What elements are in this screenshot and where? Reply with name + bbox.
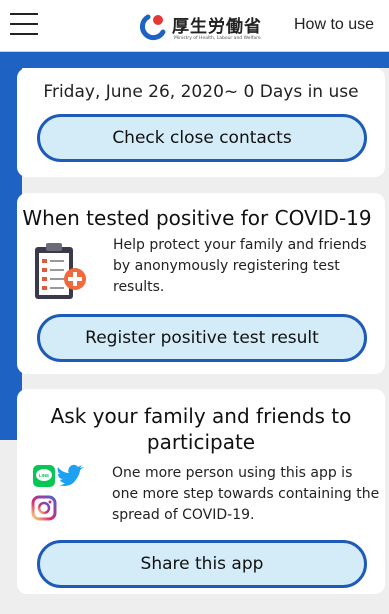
register-positive-test-result-button[interactable]: Register positive test result <box>37 314 367 362</box>
how-to-use-link[interactable]: How to use <box>294 16 374 34</box>
mhlw-logo: 厚生労働省 Ministry of Health, Labour and Wel… <box>138 10 278 46</box>
share-card: Ask your family and friends to participa… <box>17 389 385 594</box>
logo-japanese-text: 厚生労働省 <box>172 17 262 37</box>
positive-test-card: When tested positive for COVID-19 Help p… <box>17 193 385 374</box>
share-description: One more person using this app is one mo… <box>112 465 380 523</box>
social-icons: LINE <box>31 464 84 521</box>
check-close-contacts-button[interactable]: Check close contacts <box>37 114 367 162</box>
share-card-title: Ask your family and friends to participa… <box>50 404 352 454</box>
positive-test-title: When tested positive for COVID-19 <box>22 206 372 230</box>
app-header: 厚生労働省 Ministry of Health, Labour and Wel… <box>0 0 389 52</box>
hamburger-menu-icon[interactable] <box>10 13 38 37</box>
days-in-use-text: Friday, June 26, 2020~ 0 Days in use <box>43 82 359 102</box>
status-card: Friday, June 26, 2020~ 0 Days in use Che… <box>17 68 385 177</box>
instagram-icon <box>31 495 57 521</box>
twitter-icon <box>57 464 84 486</box>
share-this-app-button[interactable]: Share this app <box>37 540 367 588</box>
line-icon: LINE <box>33 465 55 487</box>
positive-test-description: Help protect your family and friends by … <box>113 237 367 295</box>
svg-text:LINE: LINE <box>39 473 49 478</box>
blue-banner <box>0 52 389 68</box>
clipboard-medical-icon <box>35 243 86 299</box>
logo-english-text: Ministry of Health, Labour and Welfare <box>174 36 261 41</box>
mhlw-logo-icon <box>139 14 166 41</box>
